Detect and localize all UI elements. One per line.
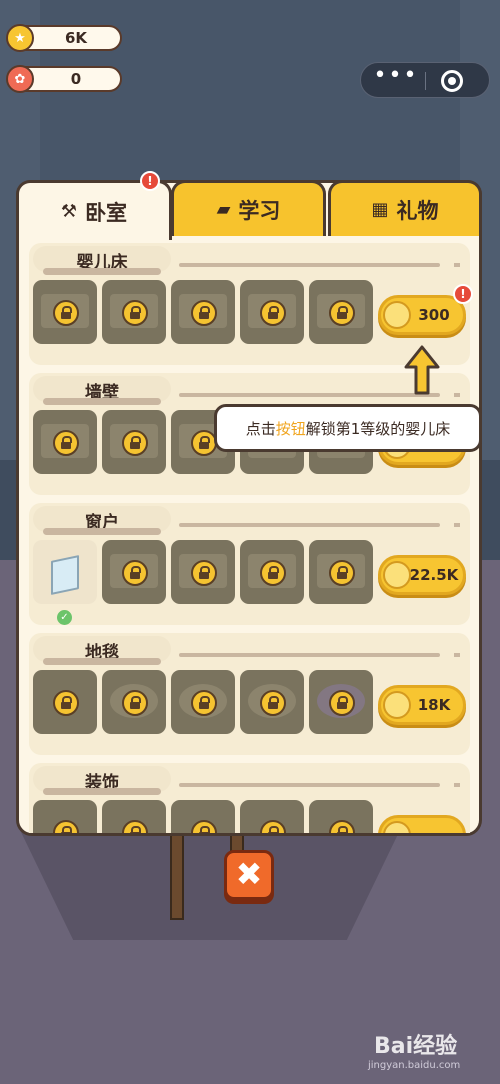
lock-icon xyxy=(53,820,79,833)
miniprogram-capsule: ••• xyxy=(360,62,490,98)
section-title: 婴儿床 xyxy=(33,246,171,275)
section-divider xyxy=(179,393,460,397)
tutorial-tooltip: 点击 按钮 解锁第1等级的婴儿床 xyxy=(214,404,482,452)
flower-value: 0 xyxy=(70,70,82,88)
close-panel-button[interactable]: ✖ xyxy=(224,850,274,900)
coin-counter: ★ 6K xyxy=(6,24,122,52)
tab-bedroom-label: 卧室 xyxy=(85,200,128,225)
window-price: 22.5K xyxy=(409,566,459,584)
tutorial-arrow-up-icon xyxy=(404,345,440,395)
lock-icon xyxy=(53,690,79,716)
flower-icon: ✿ xyxy=(6,65,34,93)
coin-value: 6K xyxy=(64,29,88,47)
deco-item-2[interactable] xyxy=(102,800,166,833)
deco-item-3[interactable] xyxy=(171,800,235,833)
rug-item-5[interactable] xyxy=(309,670,373,734)
graduation-cap-icon: ▰ xyxy=(216,199,231,220)
lock-icon xyxy=(329,690,355,716)
hammer-icon: ⚒ xyxy=(60,201,78,222)
wall-item-1[interactable] xyxy=(33,410,97,474)
coin-icon: ★ xyxy=(6,24,34,52)
tooltip-prefix: 点击 xyxy=(245,419,276,438)
window-item-5[interactable] xyxy=(309,540,373,604)
tab-gift-label: 礼物 xyxy=(396,198,439,223)
coin-icon xyxy=(383,561,411,589)
flower-counter: ✿ 0 xyxy=(6,65,122,93)
tooltip-highlight: 按钮 xyxy=(275,419,306,438)
rug-price: 18K xyxy=(417,696,451,714)
lock-icon xyxy=(53,430,79,456)
section-rug: 地毯 18K xyxy=(29,633,470,755)
section-divider xyxy=(179,523,460,527)
sections-list[interactable]: 婴儿床 300 ! 墙壁 窗户 ✓ 22.5K 地毯 18K 装饰 xyxy=(19,240,479,833)
baidu-watermark-logo: Bai经验 xyxy=(374,1034,458,1059)
deco-item-4[interactable] xyxy=(240,800,304,833)
crib-unlock-button[interactable]: 300 xyxy=(378,295,466,335)
crib-alert-badge: ! xyxy=(453,284,473,304)
lock-icon xyxy=(191,690,217,716)
lock-icon xyxy=(122,560,148,586)
section-divider xyxy=(179,653,460,657)
section-title: 地毯 xyxy=(33,636,171,665)
coin-icon xyxy=(383,301,411,329)
gift-icon: ▦ xyxy=(371,199,389,220)
lock-icon xyxy=(329,820,355,833)
section-title: 装饰 xyxy=(33,766,171,795)
section-window: 窗户 ✓ 22.5K xyxy=(29,503,470,625)
rug-item-3[interactable] xyxy=(171,670,235,734)
coin-icon xyxy=(383,691,411,719)
window-item-4[interactable] xyxy=(240,540,304,604)
section-divider xyxy=(179,263,460,267)
section-decoration: 装饰 xyxy=(29,763,470,833)
section-title: 墙壁 xyxy=(33,376,171,405)
crib-item-2[interactable] xyxy=(102,280,166,344)
lock-icon xyxy=(191,300,217,326)
rug-item-1[interactable] xyxy=(33,670,97,734)
tab-study-label: 学习 xyxy=(238,198,281,223)
section-title: 窗户 xyxy=(33,506,171,535)
tab-gift[interactable]: ▦ 礼物 xyxy=(328,180,482,236)
crib-item-3[interactable] xyxy=(171,280,235,344)
lock-icon xyxy=(260,690,286,716)
lock-icon xyxy=(329,560,355,586)
crib-price: 300 xyxy=(418,306,450,324)
tab-bedroom-alert-badge: ! xyxy=(140,171,160,191)
lock-icon xyxy=(122,300,148,326)
rug-unlock-button[interactable]: 18K xyxy=(378,685,466,725)
tab-study[interactable]: ▰ 学习 xyxy=(171,180,326,236)
tooltip-suffix: 解锁第1等级的婴儿床 xyxy=(305,419,451,438)
lock-icon xyxy=(191,560,217,586)
lock-icon xyxy=(260,300,286,326)
rug-item-2[interactable] xyxy=(102,670,166,734)
lock-icon xyxy=(260,560,286,586)
lock-icon xyxy=(191,820,217,833)
lock-icon xyxy=(122,820,148,833)
window-item-3[interactable] xyxy=(171,540,235,604)
crib-item-1[interactable] xyxy=(33,280,97,344)
more-options-button[interactable]: ••• xyxy=(373,65,419,91)
lock-icon xyxy=(260,820,286,833)
deco-unlock-button[interactable] xyxy=(378,815,466,833)
category-tabs: ⚒ 卧室 ! ▰ 学习 ▦ 礼物 xyxy=(16,171,482,240)
rug-item-4[interactable] xyxy=(240,670,304,734)
crib-item-4[interactable] xyxy=(240,280,304,344)
owned-check-icon: ✓ xyxy=(57,610,72,625)
exit-miniprogram-button[interactable] xyxy=(441,70,463,92)
lock-icon xyxy=(122,430,148,456)
lock-icon xyxy=(329,300,355,326)
lock-icon xyxy=(53,300,79,326)
wall-item-2[interactable] xyxy=(102,410,166,474)
deco-item-5[interactable] xyxy=(309,800,373,833)
capsule-divider xyxy=(425,72,426,90)
deco-item-1[interactable] xyxy=(33,800,97,833)
window-item-1[interactable] xyxy=(33,540,97,604)
coin-icon xyxy=(383,821,411,833)
window-item-2[interactable] xyxy=(102,540,166,604)
window-unlock-button[interactable]: 22.5K xyxy=(378,555,466,595)
section-divider xyxy=(179,783,460,787)
lock-icon xyxy=(122,690,148,716)
baidu-watermark-url: jingyan.baidu.com xyxy=(368,1060,461,1071)
crib-item-5[interactable] xyxy=(309,280,373,344)
